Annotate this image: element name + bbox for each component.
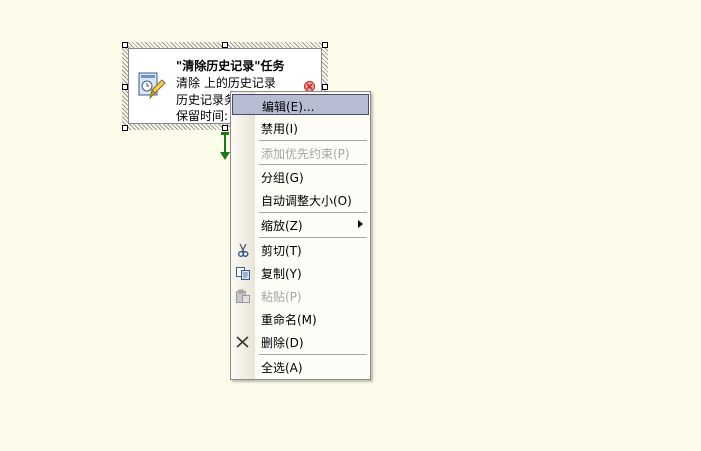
- resize-handle-e[interactable]: [322, 84, 328, 90]
- resize-handle-sw[interactable]: [122, 125, 128, 131]
- menu-separator: [259, 140, 367, 141]
- menu-item-add-precedence-constraint[interactable]: 添加优先约束(P): [232, 142, 369, 163]
- menu-separator: [259, 354, 367, 355]
- submenu-arrow-icon: [358, 220, 363, 228]
- menu-item-edit[interactable]: 编辑(E)...: [232, 94, 369, 115]
- menu-separator: [259, 164, 367, 165]
- task-description-line2: 历史记录务: [176, 93, 237, 107]
- menu-item-paste[interactable]: 粘贴(P): [232, 285, 369, 306]
- menu-item-label: 编辑(E)...: [262, 100, 315, 114]
- task-description-line3: 保留时间:: [176, 109, 229, 123]
- menu-item-delete[interactable]: 删除(D): [232, 331, 369, 352]
- delete-x-icon: [236, 336, 249, 348]
- menu-item-label: 自动调整大小(O): [261, 194, 352, 208]
- menu-item-label: 禁用(I): [261, 122, 298, 136]
- menu-item-label: 添加优先约束(P): [261, 147, 350, 161]
- context-menu: 编辑(E)... 禁用(I) 添加优先约束(P) 分组(G) 自动调整大小(O)…: [230, 91, 371, 380]
- menu-item-zoom[interactable]: 缩放(Z): [232, 214, 369, 235]
- menu-item-label: 全选(A): [261, 361, 303, 375]
- resize-handle-n[interactable]: [222, 42, 228, 48]
- menu-item-label: 删除(D): [261, 336, 304, 350]
- menu-item-autosize[interactable]: 自动调整大小(O): [232, 189, 369, 210]
- menu-item-copy[interactable]: 复制(Y): [232, 262, 369, 283]
- maintenance-task-icon: [138, 72, 166, 100]
- task-title: "清除历史记录"任务: [176, 59, 285, 73]
- menu-item-label: 重命名(M): [261, 313, 317, 327]
- menu-item-label: 缩放(Z): [261, 219, 303, 233]
- menu-item-label: 分组(G): [261, 171, 304, 185]
- scissors-icon: [238, 243, 249, 257]
- menu-item-label: 剪切(T): [261, 244, 302, 258]
- menu-item-disable[interactable]: 禁用(I): [232, 117, 369, 138]
- paste-icon: [236, 289, 250, 303]
- resize-handle-nw[interactable]: [122, 42, 128, 48]
- menu-item-label: 复制(Y): [261, 267, 302, 281]
- menu-item-select-all[interactable]: 全选(A): [232, 356, 369, 377]
- menu-separator: [259, 237, 367, 238]
- menu-item-cut[interactable]: 剪切(T): [232, 239, 369, 260]
- menu-separator: [259, 212, 367, 213]
- copy-icon: [236, 267, 250, 280]
- resize-handle-ne[interactable]: [322, 42, 328, 48]
- resize-handle-w[interactable]: [122, 84, 128, 90]
- menu-item-label: 粘贴(P): [261, 290, 302, 304]
- menu-item-group[interactable]: 分组(G): [232, 166, 369, 187]
- task-description-line1: 清除 上的历史记录: [176, 76, 276, 90]
- menu-item-rename[interactable]: 重命名(M): [232, 308, 369, 329]
